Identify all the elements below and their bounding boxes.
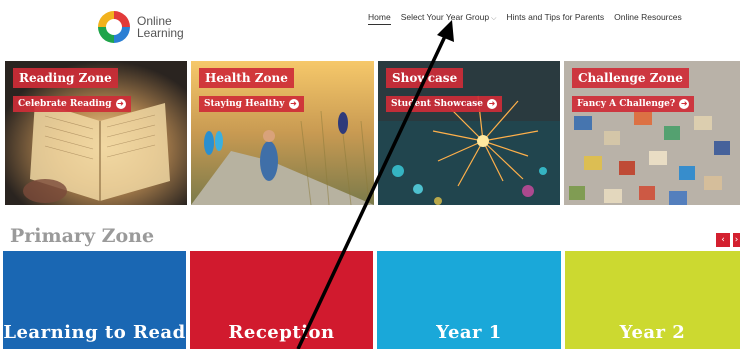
reception-tile[interactable]: Reception <box>190 251 373 349</box>
zone-title: Challenge Zone <box>572 68 689 88</box>
chevron-down-icon: ⌵ <box>491 15 497 22</box>
zone-title: Reading Zone <box>13 68 118 88</box>
health-zone-tile[interactable]: Health Zone Staying Healthy ➜ <box>191 61 374 205</box>
zone-button-label: Staying Healthy <box>204 99 285 109</box>
logo-text: Online Learning <box>137 15 184 39</box>
staying-healthy-button[interactable]: Staying Healthy ➜ <box>199 96 304 112</box>
reading-zone-tile[interactable]: Reading Zone Celebrate Reading ➜ <box>5 61 187 205</box>
arrow-right-icon: ➜ <box>288 99 299 109</box>
tile-label: Year 2 <box>619 322 686 343</box>
nav-hints-tips[interactable]: Hints and Tips for Parents <box>506 12 604 25</box>
nav-online-resources[interactable]: Online Resources <box>614 12 682 25</box>
arrow-right-icon: ➜ <box>486 99 497 109</box>
tile-label: Year 1 <box>436 322 502 343</box>
challenge-zone-tile[interactable]: Challenge Zone Fancy A Challenge? ➜ <box>564 61 740 205</box>
logo-icon <box>98 11 130 43</box>
site-logo[interactable]: Online Learning <box>95 8 195 48</box>
zone-title: Health Zone <box>199 68 294 88</box>
celebrate-reading-button[interactable]: Celebrate Reading ➜ <box>13 96 131 112</box>
nav-home[interactable]: Home <box>368 12 391 25</box>
arrow-right-icon: ➜ <box>115 99 126 109</box>
logo-line2: Learning <box>137 26 184 40</box>
showcase-tile[interactable]: Showcase Student Showcase ➜ <box>378 61 560 205</box>
carousel-next-button[interactable]: › <box>733 233 740 247</box>
year-1-tile[interactable]: Year 1 <box>377 251 561 349</box>
nav-select-year-group-label: Select Your Year Group <box>400 12 490 22</box>
tile-label: Reception <box>228 322 335 343</box>
zone-button-label: Student Showcase <box>391 99 483 109</box>
carousel-prev-button[interactable]: ‹ <box>716 233 730 247</box>
tile-label: Learning to Read <box>3 322 186 343</box>
fancy-a-challenge-button[interactable]: Fancy A Challenge? ➜ <box>572 96 695 112</box>
zone-button-label: Celebrate Reading <box>18 99 112 109</box>
arrow-right-icon: ➜ <box>679 99 690 109</box>
nav-select-year-group[interactable]: Select Your Year Group ⌵ <box>401 12 497 25</box>
year-2-tile[interactable]: Year 2 <box>565 251 740 349</box>
zone-button-label: Fancy A Challenge? <box>577 99 676 109</box>
primary-zone-heading: Primary Zone <box>10 225 155 247</box>
student-showcase-button[interactable]: Student Showcase ➜ <box>386 96 502 112</box>
learning-to-read-tile[interactable]: Learning to Read <box>3 251 186 349</box>
main-nav: Home Select Your Year Group ⌵ Hints and T… <box>368 12 682 25</box>
zone-title: Showcase <box>386 68 464 88</box>
